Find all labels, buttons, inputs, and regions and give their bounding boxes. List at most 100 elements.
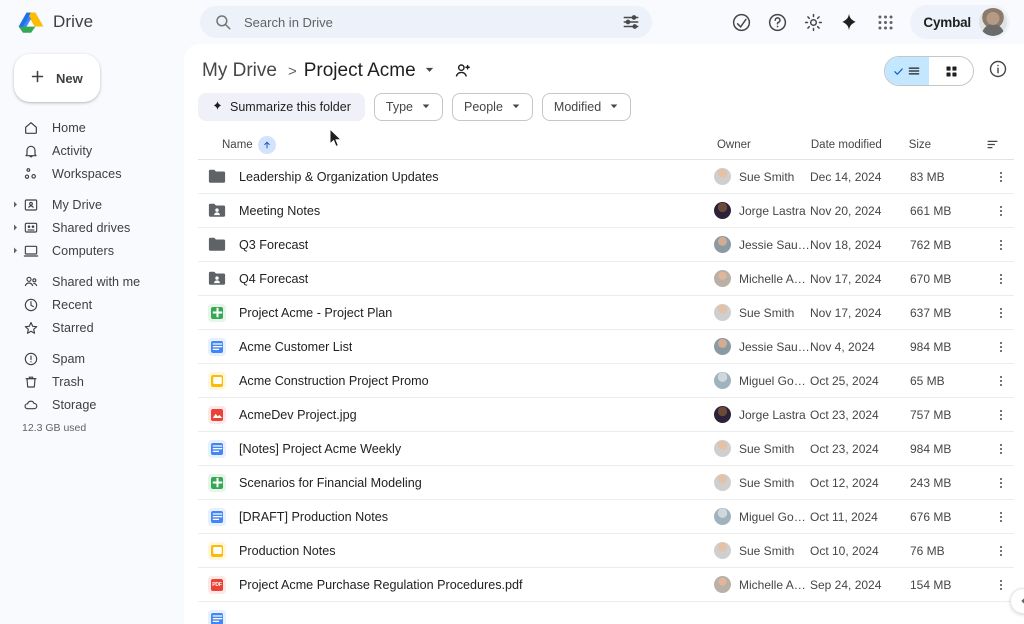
- file-name-cell[interactable]: Q3 Forecast: [198, 236, 714, 254]
- account-pill[interactable]: Cymbal: [910, 5, 1010, 39]
- sidebar-item-home[interactable]: Home: [0, 116, 176, 139]
- chevron-right-icon[interactable]: [8, 246, 22, 255]
- sidebar-item-starred[interactable]: Starred: [0, 316, 176, 339]
- filter-people-button[interactable]: People: [452, 93, 533, 121]
- more-vertical-icon[interactable]: [988, 272, 1014, 286]
- table-row[interactable]: [Notes] Project Acme WeeklySue SmithOct …: [198, 432, 1014, 466]
- activity-status-icon[interactable]: [724, 5, 758, 39]
- new-button[interactable]: New: [14, 54, 100, 102]
- info-icon[interactable]: [988, 59, 1008, 84]
- table-row[interactable]: PDFProject Acme Purchase Regulation Proc…: [198, 568, 1014, 602]
- more-vertical-icon[interactable]: [988, 544, 1014, 558]
- more-vertical-icon[interactable]: [988, 578, 1014, 592]
- sort-list-icon[interactable]: [985, 137, 1000, 152]
- search-input[interactable]: [232, 15, 622, 30]
- file-name-cell[interactable]: Acme Customer List: [198, 338, 714, 356]
- file-name-cell[interactable]: Production Notes: [198, 542, 714, 560]
- sidebar-item-my-drive[interactable]: My Drive: [0, 193, 176, 216]
- chevron-right-icon[interactable]: [8, 200, 22, 209]
- chevron-down-icon[interactable]: [424, 62, 435, 80]
- file-name-cell[interactable]: Q4 Forecast: [198, 270, 714, 288]
- nav-group-shared: Shared with me Recent: [0, 270, 184, 347]
- more-vertical-icon[interactable]: [988, 442, 1014, 456]
- table-row[interactable]: AcmeDev Project.jpgJorge LastraOct 23, 2…: [198, 398, 1014, 432]
- brand[interactable]: Drive: [18, 11, 168, 34]
- size-cell: 670 MB: [910, 272, 988, 286]
- column-header-size[interactable]: Size: [909, 139, 985, 151]
- sidebar-item-storage[interactable]: Storage: [0, 393, 176, 416]
- table-row[interactable]: [198, 602, 1014, 624]
- shared-drives-icon: [22, 219, 39, 236]
- chevron-right-icon[interactable]: [8, 223, 22, 232]
- more-vertical-icon[interactable]: [988, 306, 1014, 320]
- filter-modified-button[interactable]: Modified: [542, 93, 631, 121]
- sidebar-item-trash[interactable]: Trash: [0, 370, 176, 393]
- account-name: Cymbal: [923, 15, 971, 30]
- file-name-cell[interactable]: Project Acme - Project Plan: [198, 304, 714, 322]
- table-row[interactable]: [DRAFT] Production NotesMiguel Gonz...Oc…: [198, 500, 1014, 534]
- file-name-cell[interactable]: [198, 610, 714, 624]
- table-row[interactable]: Meeting NotesJorge LastraNov 20, 2024661…: [198, 194, 1014, 228]
- search-bar[interactable]: [200, 6, 652, 38]
- sidebar-item-spam[interactable]: Spam: [0, 347, 176, 370]
- file-name-cell[interactable]: Leadership & Organization Updates: [198, 168, 714, 186]
- sidebar-item-computers[interactable]: Computers: [0, 239, 176, 262]
- arrow-up-icon[interactable]: [258, 136, 276, 154]
- more-vertical-icon[interactable]: [988, 408, 1014, 422]
- breadcrumb-current[interactable]: Project Acme: [304, 60, 416, 82]
- more-vertical-icon[interactable]: [988, 238, 1014, 252]
- more-vertical-icon[interactable]: [988, 510, 1014, 524]
- column-header-name[interactable]: Name: [212, 136, 717, 154]
- grid-view-button[interactable]: [929, 57, 973, 85]
- file-name-cell[interactable]: Meeting Notes: [198, 202, 714, 220]
- table-row[interactable]: Acme Construction Project PromoMiguel Go…: [198, 364, 1014, 398]
- sidebar-item-shared-with-me[interactable]: Shared with me: [0, 270, 176, 293]
- breadcrumb-root[interactable]: My Drive: [198, 58, 281, 84]
- table-row[interactable]: Q3 ForecastJessie Saun...Nov 18, 2024762…: [198, 228, 1014, 262]
- add-people-icon[interactable]: [453, 61, 473, 81]
- column-header-date-modified[interactable]: Date modified: [811, 139, 909, 151]
- file-name-cell[interactable]: [Notes] Project Acme Weekly: [198, 440, 714, 458]
- gemini-sparkle-icon[interactable]: [832, 5, 866, 39]
- more-vertical-icon[interactable]: [988, 374, 1014, 388]
- tune-filter-icon[interactable]: [622, 13, 640, 31]
- list-view-button[interactable]: [885, 57, 929, 85]
- more-vertical-icon[interactable]: [988, 204, 1014, 218]
- sidebar-item-workspaces[interactable]: Workspaces: [0, 162, 176, 185]
- sidebar-item-activity[interactable]: Activity: [0, 139, 176, 162]
- size-cell: 65 MB: [910, 374, 988, 388]
- help-icon[interactable]: [760, 5, 794, 39]
- file-name-cell[interactable]: AcmeDev Project.jpg: [198, 406, 714, 424]
- more-vertical-icon[interactable]: [988, 170, 1014, 184]
- table-row[interactable]: Scenarios for Financial ModelingSue Smit…: [198, 466, 1014, 500]
- more-vertical-icon[interactable]: [988, 476, 1014, 490]
- owner-cell: Sue Smith: [714, 440, 810, 457]
- file-name-cell[interactable]: Scenarios for Financial Modeling: [198, 474, 714, 492]
- filter-type-button[interactable]: Type: [374, 93, 443, 121]
- new-button-label: New: [56, 71, 83, 86]
- table-row[interactable]: Acme Customer ListJessie Saun...Nov 4, 2…: [198, 330, 1014, 364]
- sidebar-item-recent[interactable]: Recent: [0, 293, 176, 316]
- more-vertical-icon[interactable]: [988, 340, 1014, 354]
- gear-icon[interactable]: [796, 5, 830, 39]
- drive-app: Drive: [0, 0, 1024, 624]
- file-name-cell[interactable]: Acme Construction Project Promo: [198, 372, 714, 390]
- date-modified-cell: Oct 11, 2024: [810, 510, 910, 524]
- owner-name: Sue Smith: [739, 306, 794, 320]
- avatar[interactable]: [979, 8, 1007, 36]
- file-name-cell[interactable]: PDFProject Acme Purchase Regulation Proc…: [198, 576, 714, 594]
- table-row[interactable]: Leadership & Organization UpdatesSue Smi…: [198, 160, 1014, 194]
- table-row[interactable]: Q4 ForecastMichelle And...Nov 17, 202467…: [198, 262, 1014, 296]
- size-cell: 637 MB: [910, 306, 988, 320]
- apps-grid-icon[interactable]: [868, 5, 902, 39]
- summarize-folder-button[interactable]: Summarize this folder: [198, 93, 365, 121]
- sidebar-item-shared-drives[interactable]: Shared drives: [0, 216, 176, 239]
- table-row[interactable]: Production NotesSue SmithOct 10, 202476 …: [198, 534, 1014, 568]
- top-bar: Drive: [0, 0, 1024, 44]
- main-content: My Drive > Project Acme: [184, 44, 1024, 624]
- owner-cell: Michelle And...: [714, 576, 810, 593]
- summarize-folder-label: Summarize this folder: [230, 100, 351, 114]
- column-header-owner[interactable]: Owner: [717, 139, 811, 151]
- file-name-cell[interactable]: [DRAFT] Production Notes: [198, 508, 714, 526]
- table-row[interactable]: Project Acme - Project PlanSue SmithNov …: [198, 296, 1014, 330]
